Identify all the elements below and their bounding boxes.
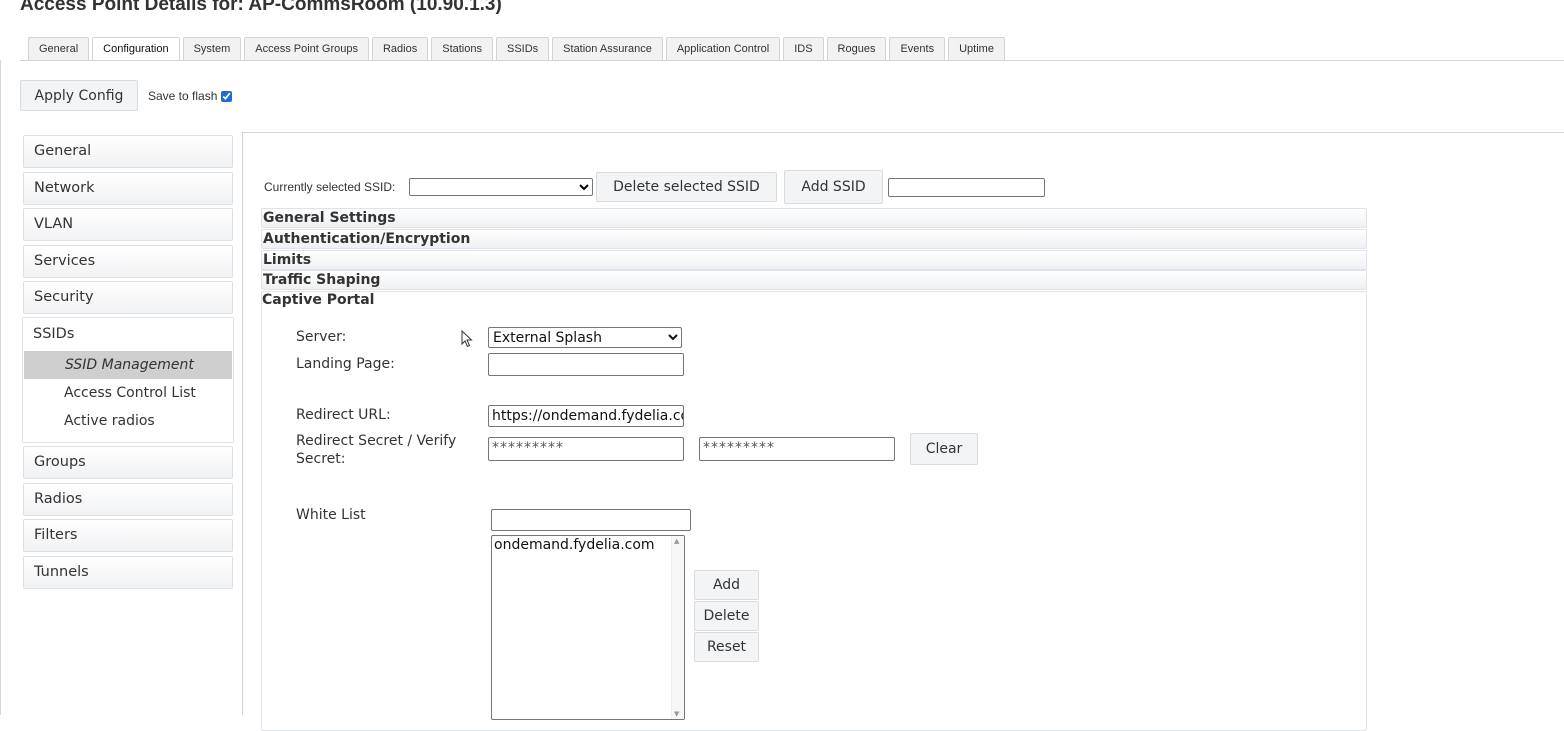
sidebar-item-network[interactable]: Network [23, 172, 233, 205]
sidebar-subitem-ssid-management[interactable]: SSID Management [24, 351, 232, 379]
save-to-flash-option[interactable]: Save to flash [148, 89, 233, 103]
tab-uptime[interactable]: Uptime [948, 37, 1005, 60]
white-list-label: White List [296, 507, 366, 523]
top-tab-bar: General Configuration System Access Poin… [28, 37, 1005, 61]
tab-general[interactable]: General [28, 37, 90, 60]
verify-secret-input[interactable]: ********* [699, 437, 895, 461]
sidebar-item-general[interactable]: General [23, 135, 233, 168]
apply-config-button[interactable]: Apply Config [20, 80, 138, 111]
new-ssid-input[interactable] [888, 178, 1045, 197]
redirect-url-input[interactable]: https://ondemand.fydelia.com [488, 405, 684, 427]
tab-station-assurance[interactable]: Station Assurance [552, 37, 663, 60]
sidebar-item-ssids[interactable]: SSIDs [23, 318, 233, 351]
white-list-delete-button[interactable]: Delete [694, 601, 759, 631]
white-list-input[interactable] [491, 509, 691, 531]
white-list-reset-button[interactable]: Reset [694, 632, 759, 662]
currently-selected-ssid-label: Currently selected SSID: [264, 180, 396, 194]
tab-ids[interactable]: IDS [783, 37, 824, 60]
white-list-add-button[interactable]: Add [694, 570, 759, 600]
tab-application-control[interactable]: Application Control [665, 37, 781, 60]
tab-configuration[interactable]: Configuration [92, 37, 180, 61]
section-captive-portal[interactable]: Captive Portal [262, 292, 374, 308]
sidebar-group-ssids: SSIDs SSID Management Access Control Lis… [22, 317, 234, 443]
landing-page-input[interactable] [488, 353, 684, 376]
captive-portal-panel [261, 291, 1367, 731]
redirect-secret-label: Redirect Secret / Verify Secret: [296, 433, 457, 467]
save-to-flash-checkbox[interactable] [221, 90, 233, 102]
clear-secret-button[interactable]: Clear [910, 433, 978, 465]
sidebar-subitem-access-control-list[interactable]: Access Control List [23, 379, 233, 407]
section-general-settings[interactable]: General Settings [261, 208, 1367, 228]
sidebar-item-groups[interactable]: Groups [23, 446, 233, 479]
white-list-listbox[interactable]: ondemand.fydelia.com ▲ ▼ [491, 535, 685, 720]
ssid-select[interactable] [409, 178, 593, 196]
content-panel-left-border [242, 132, 243, 715]
server-select[interactable]: External Splash [488, 327, 682, 348]
tab-stations[interactable]: Stations [431, 37, 493, 60]
server-label: Server: [296, 329, 347, 345]
white-list-item[interactable]: ondemand.fydelia.com [492, 536, 684, 554]
tab-ssids[interactable]: SSIDs [495, 37, 550, 60]
landing-page-label: Landing Page: [296, 356, 395, 372]
tab-events[interactable]: Events [889, 37, 946, 60]
window-left-edge [0, 60, 1, 715]
tab-system[interactable]: System [182, 37, 242, 60]
redirect-secret-input[interactable]: ********* [488, 437, 684, 461]
tab-radios[interactable]: Radios [371, 37, 429, 60]
tab-access-point-groups[interactable]: Access Point Groups [244, 37, 369, 60]
content-panel-top-border [242, 132, 1564, 133]
add-ssid-button[interactable]: Add SSID [784, 170, 883, 204]
delete-selected-ssid-button[interactable]: Delete selected SSID [596, 172, 777, 202]
save-to-flash-label: Save to flash [148, 89, 218, 103]
sidebar-subitem-active-radios[interactable]: Active radios [23, 407, 233, 435]
sidebar-item-services[interactable]: Services [23, 245, 233, 278]
scroll-down-arrow-icon[interactable]: ▼ [674, 710, 679, 718]
sidebar-item-security[interactable]: Security [23, 281, 233, 314]
section-authentication-encryption[interactable]: Authentication/Encryption [261, 229, 1367, 249]
sidebar-item-radios[interactable]: Radios [23, 483, 233, 516]
section-limits[interactable]: Limits [261, 250, 1367, 270]
section-traffic-shaping[interactable]: Traffic Shaping [261, 270, 1367, 290]
white-list-scrollbar[interactable]: ▲ ▼ [671, 536, 684, 719]
tab-bar-divider [20, 60, 1564, 61]
sidebar-item-filters[interactable]: Filters [23, 519, 233, 552]
mouse-pointer-icon [461, 330, 473, 348]
sidebar-item-vlan[interactable]: VLAN [23, 208, 233, 241]
redirect-url-label: Redirect URL: [296, 407, 391, 423]
sidebar-item-tunnels[interactable]: Tunnels [23, 556, 233, 589]
page-title: Access Point Details for: AP-CommsRoom (… [20, 0, 502, 15]
scroll-up-arrow-icon[interactable]: ▲ [674, 537, 679, 545]
tab-rogues[interactable]: Rogues [826, 37, 887, 60]
